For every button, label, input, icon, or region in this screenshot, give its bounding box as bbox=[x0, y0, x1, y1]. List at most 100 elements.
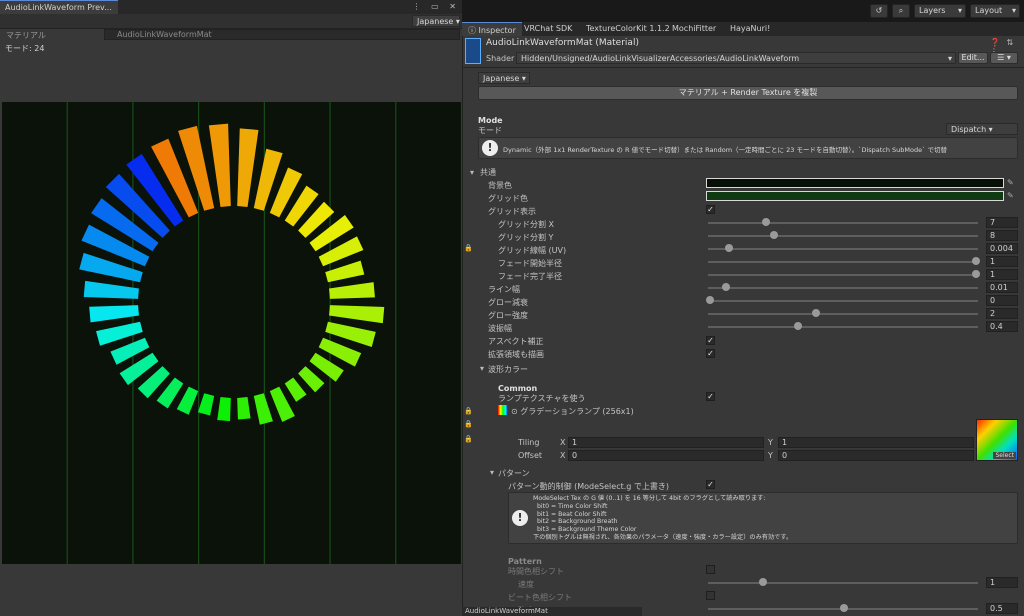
extend-label: 拡張領域も描画 bbox=[488, 350, 544, 359]
slider-value-field[interactable]: 2 bbox=[986, 308, 1018, 319]
slider-knob[interactable] bbox=[724, 244, 733, 252]
wave-bar bbox=[237, 128, 259, 207]
slider-track[interactable] bbox=[708, 248, 978, 250]
slider-track[interactable] bbox=[708, 287, 978, 289]
bottom-slider-field[interactable]: 0.5 bbox=[986, 603, 1018, 614]
wave-color-section-title[interactable]: 波形カラー bbox=[488, 364, 528, 375]
offset-x-field[interactable]: 0 bbox=[568, 450, 764, 461]
slider-track[interactable] bbox=[708, 274, 978, 276]
slider-knob[interactable] bbox=[793, 322, 802, 330]
tab-inspector[interactable]: ⓘ Inspector bbox=[462, 22, 522, 36]
slider-value-field[interactable]: 0.004 bbox=[986, 243, 1018, 254]
slider-track[interactable] bbox=[708, 313, 978, 315]
search-icon[interactable]: ⌕ bbox=[892, 4, 910, 18]
aspect-checkbox[interactable]: ✓ bbox=[706, 336, 715, 345]
shader-list-button[interactable]: ☰ ▾ bbox=[990, 52, 1018, 64]
slider-knob[interactable] bbox=[721, 283, 730, 291]
pattern-section-title[interactable]: パターン bbox=[498, 468, 530, 479]
wave-bar bbox=[217, 397, 231, 422]
lock-icon[interactable]: 🔒 bbox=[464, 420, 473, 428]
select-texture-button[interactable]: Select bbox=[993, 452, 1016, 459]
slider-track[interactable] bbox=[708, 235, 978, 237]
grid-show-checkbox[interactable]: ✓ bbox=[706, 205, 715, 214]
slider-track[interactable] bbox=[708, 261, 978, 263]
slider-knob[interactable] bbox=[972, 257, 980, 265]
bottom-slider-knob[interactable] bbox=[840, 604, 848, 612]
tiling-y-field[interactable]: 1 bbox=[778, 437, 974, 448]
eyedropper-icon[interactable]: ✎ bbox=[1007, 191, 1014, 200]
slider-label: フェード開始半径 bbox=[498, 259, 562, 268]
ramp-use-checkbox[interactable]: ✓ bbox=[706, 392, 715, 401]
tab-texturecolorkit[interactable]: TextureColorKit 1.1.2 bbox=[580, 22, 676, 36]
bg-color-field[interactable] bbox=[706, 178, 1004, 188]
slider-knob[interactable] bbox=[706, 296, 714, 304]
tiling-x-field[interactable]: 1 bbox=[568, 437, 764, 448]
pattern-dynamic-label: パターン動的制御 (ModeSelect.g で上書き) bbox=[508, 482, 670, 491]
speed-field[interactable]: 1 bbox=[986, 577, 1018, 588]
time-shift-checkbox[interactable] bbox=[706, 565, 715, 574]
slider-value-field[interactable]: 7 bbox=[986, 217, 1018, 228]
texture-thumb-icon bbox=[498, 405, 508, 415]
bg-color-label: 背景色 bbox=[488, 181, 512, 190]
material-title: AudioLinkWaveformMat (Material) bbox=[486, 38, 639, 48]
language-dropdown[interactable]: Japanese ▾ bbox=[412, 15, 460, 27]
slider-value-field[interactable]: 0.4 bbox=[986, 321, 1018, 332]
slider-label: グリッド分割 X bbox=[498, 220, 555, 229]
waveform-viewport[interactable] bbox=[2, 102, 462, 564]
mode-title: Mode bbox=[478, 116, 503, 125]
wave-bar bbox=[298, 366, 325, 393]
slider-label: グロー強度 bbox=[488, 311, 528, 320]
window-controls-icon[interactable]: ⋮ ▭ ✕ bbox=[413, 2, 460, 11]
wave-bar bbox=[237, 397, 251, 420]
inspector-language-dropdown[interactable]: Japanese ▾ bbox=[478, 72, 530, 84]
slider-track[interactable] bbox=[708, 300, 978, 302]
tab-preview[interactable]: AudioLinkWaveform Prev... bbox=[0, 0, 118, 14]
shader-edit-button[interactable]: Edit... bbox=[958, 52, 988, 64]
grid-color-field[interactable] bbox=[706, 191, 1004, 201]
shader-value: Hidden/Unsigned/AudioLinkVisualizerAcces… bbox=[521, 54, 800, 63]
speed-slider-track[interactable] bbox=[708, 582, 978, 584]
slider-knob[interactable] bbox=[972, 270, 980, 278]
lock-icon[interactable]: 🔒 bbox=[464, 435, 473, 443]
common-section-title[interactable]: 共通 bbox=[480, 167, 496, 178]
slider-value-field[interactable]: 8 bbox=[986, 230, 1018, 241]
slider-value-field[interactable]: 1 bbox=[986, 256, 1018, 267]
mode-dropdown[interactable]: Dispatch ▾ bbox=[946, 123, 1018, 135]
slider-knob[interactable] bbox=[761, 218, 770, 226]
slider-label: 波振幅 bbox=[488, 324, 512, 333]
material-field[interactable]: AudioLinkWaveformMat bbox=[104, 29, 460, 40]
extend-checkbox[interactable]: ✓ bbox=[706, 349, 715, 358]
pattern-dynamic-checkbox[interactable]: ✓ bbox=[706, 480, 715, 489]
common-subtitle: Common bbox=[498, 384, 538, 393]
mode-info-box: ! Dynamic（外部 1x1 RenderTexture の R 値でモード… bbox=[478, 137, 1018, 159]
slider-track[interactable] bbox=[708, 222, 978, 224]
eyedropper-icon[interactable]: ✎ bbox=[1007, 178, 1014, 187]
slider-track[interactable] bbox=[708, 326, 978, 328]
ramp-texture-slot[interactable]: Select bbox=[976, 419, 1018, 461]
beat-shift-checkbox[interactable] bbox=[706, 591, 715, 600]
fold-arrow-icon[interactable]: ▾ bbox=[490, 468, 494, 477]
fold-arrow-icon[interactable]: ▾ bbox=[470, 168, 474, 177]
mode-readout: モード: 24 bbox=[5, 44, 45, 53]
shader-dropdown[interactable]: Hidden/Unsigned/AudioLinkVisualizerAcces… bbox=[516, 52, 956, 64]
lock-icon[interactable]: 🔒 bbox=[464, 244, 473, 252]
slider-value-field[interactable]: 0.01 bbox=[986, 282, 1018, 293]
lock-icon[interactable]: 🔒 bbox=[464, 407, 473, 415]
offset-y-field[interactable]: 0 bbox=[778, 450, 974, 461]
tab-vrchat-sdk[interactable]: VRChat SDK bbox=[518, 22, 578, 36]
slider-value-field[interactable]: 1 bbox=[986, 269, 1018, 280]
speed-slider-knob[interactable] bbox=[759, 578, 767, 586]
tab-mochifitter[interactable]: MochiFitter bbox=[666, 22, 722, 36]
editor-topbar: ↺ ⌕ Layers ▾ Layout ▾ bbox=[462, 0, 1024, 22]
duplicate-material-button[interactable]: マテリアル + Render Texture を複製 bbox=[478, 86, 1018, 100]
history-icon[interactable]: ↺ bbox=[870, 4, 888, 18]
slider-value-field[interactable]: 0 bbox=[986, 295, 1018, 306]
tab-hayanuri[interactable]: HayaNuri! bbox=[724, 22, 776, 36]
fold-arrow-icon[interactable]: ▾ bbox=[480, 364, 484, 373]
slider-knob[interactable] bbox=[769, 231, 778, 239]
grid-color-label: グリッド色 bbox=[488, 194, 528, 203]
wave-bar bbox=[284, 377, 307, 402]
layers-dropdown[interactable]: Layers ▾ bbox=[914, 4, 966, 18]
layout-dropdown[interactable]: Layout ▾ bbox=[970, 4, 1020, 18]
ramp-texture-label[interactable]: ⊙ グラデーションランプ (256x1) bbox=[511, 406, 634, 417]
